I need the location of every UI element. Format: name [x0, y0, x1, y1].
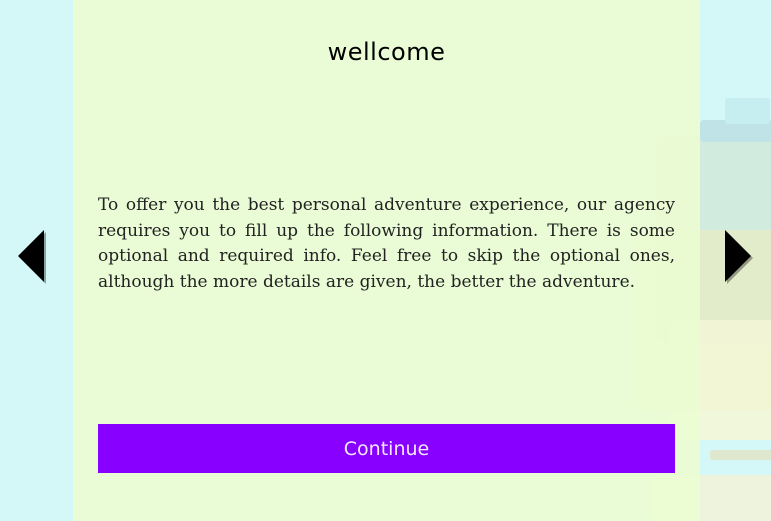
intro-message: To offer you the best personal adventure…	[98, 195, 675, 292]
welcome-panel: wellcome To offer you the best personal …	[73, 0, 700, 521]
arrow-right-icon	[725, 230, 753, 284]
page-title: wellcome	[327, 38, 446, 66]
arrow-left-icon	[18, 230, 46, 284]
continue-button[interactable]: Continue	[98, 424, 675, 473]
previous-arrow-button[interactable]	[14, 226, 48, 286]
next-arrow-button[interactable]	[721, 226, 755, 286]
